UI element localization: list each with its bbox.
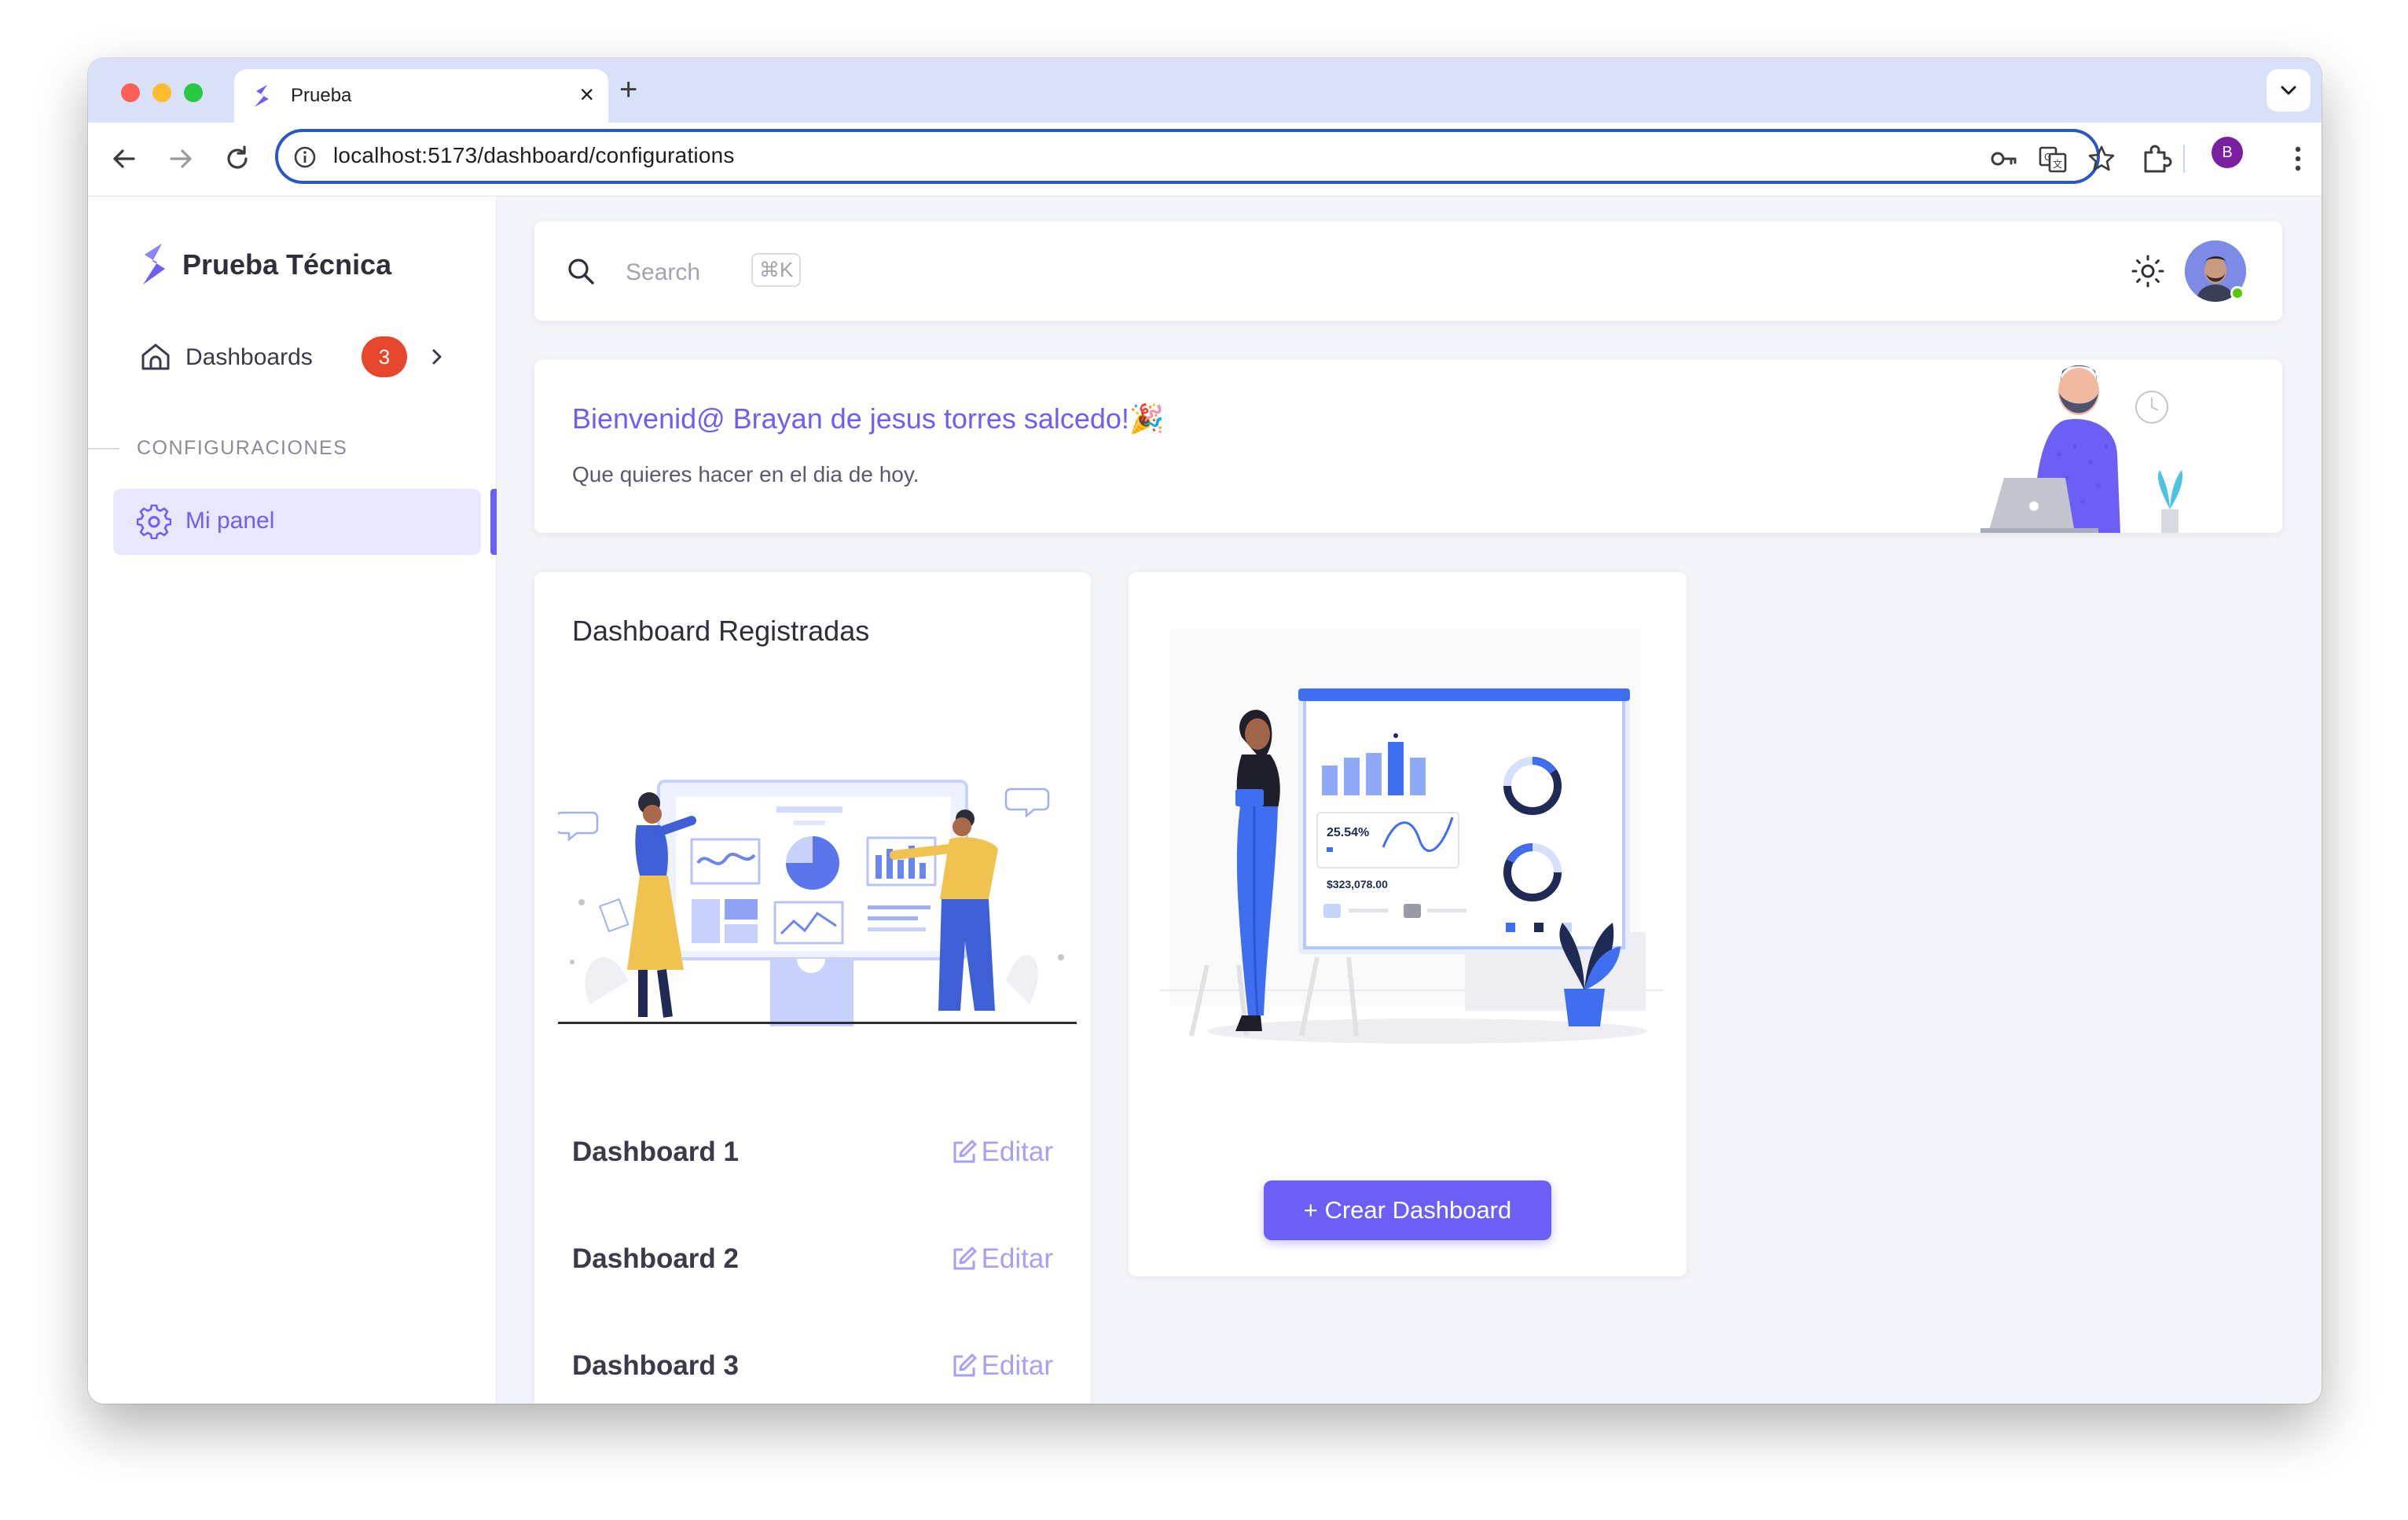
- browser-window: Prueba × + localhost:5173/dashboard/conf…: [88, 58, 2322, 1404]
- forward-arrow-icon[interactable]: [162, 140, 200, 178]
- section-title: CONFIGURACIONES: [137, 437, 348, 459]
- list-item: Dashboard 2 Editar: [572, 1235, 1053, 1283]
- kebab-menu-icon[interactable]: [2279, 140, 2317, 178]
- search-icon[interactable]: [564, 255, 597, 288]
- edit-icon: [953, 1140, 977, 1163]
- new-tab-button[interactable]: +: [619, 72, 637, 107]
- tab-close-icon[interactable]: ×: [579, 80, 594, 108]
- address-bar[interactable]: localhost:5173/dashboard/configurations …: [275, 129, 2115, 184]
- dashboard-name: Dashboard 2: [572, 1243, 739, 1274]
- main-content: Search ⌘K Bienvenid@ Brayan de jesus tor…: [497, 196, 2322, 1404]
- translate-icon[interactable]: G 文: [2037, 143, 2068, 174]
- create-dashboard-button[interactable]: + Crear Dashboard: [1264, 1180, 1551, 1240]
- sidebar-item-dashboards[interactable]: Dashboards 3: [138, 335, 468, 379]
- active-indicator: [490, 489, 497, 555]
- woman-presenting-illustration: 25.54% $323,078.00: [1160, 629, 1663, 1044]
- create-dashboard-card: 25.54% $323,078.00 + Crear Dashboard: [1129, 572, 1687, 1276]
- count-badge: 3: [362, 336, 407, 377]
- sun-icon[interactable]: [2130, 253, 2166, 289]
- minimize-window-button[interactable]: [152, 83, 171, 102]
- welcome-card: Bienvenid@ Brayan de jesus torres salced…: [534, 360, 2282, 533]
- reload-icon[interactable]: [218, 140, 256, 178]
- brand-name: Prueba Técnica: [182, 248, 392, 281]
- toolbar-divider: [2183, 145, 2185, 173]
- profile-avatar[interactable]: B: [2212, 137, 2243, 168]
- edit-label: Editar: [981, 1350, 1053, 1381]
- sidebar-item-label: Dashboards: [185, 344, 313, 370]
- browser-toolbar: localhost:5173/dashboard/configurations …: [88, 123, 2322, 196]
- maximize-window-button[interactable]: [184, 83, 203, 102]
- man-with-laptop-illustration: [1980, 365, 2183, 533]
- welcome-title: Bienvenid@ Brayan de jesus torres salced…: [572, 402, 1165, 435]
- home-icon: [141, 343, 170, 370]
- bookmark-star-icon[interactable]: [2086, 143, 2117, 174]
- top-navbar: Search ⌘K: [534, 222, 2282, 321]
- edit-button[interactable]: Editar: [950, 1347, 1053, 1385]
- site-info-icon[interactable]: [292, 145, 318, 170]
- stat-amount: $323,078.00: [1327, 878, 1388, 890]
- edit-icon: [953, 1353, 977, 1377]
- edit-button[interactable]: Editar: [950, 1133, 1053, 1171]
- sidebar-item-mi-panel[interactable]: Mi panel: [113, 489, 481, 555]
- back-arrow-icon[interactable]: [105, 140, 143, 178]
- list-item: Dashboard 3 Editar: [572, 1342, 1053, 1390]
- key-icon[interactable]: [1988, 143, 2020, 174]
- app-logo-icon: [255, 85, 269, 107]
- online-status-dot: [2230, 286, 2245, 300]
- edit-label: Editar: [981, 1136, 1053, 1167]
- gear-icon: [137, 505, 171, 539]
- dashboard-name: Dashboard 3: [572, 1350, 739, 1381]
- tab-title: Prueba: [291, 85, 352, 106]
- tab-strip: Prueba × +: [88, 58, 2322, 123]
- search-input[interactable]: Search: [626, 259, 700, 286]
- url-text[interactable]: localhost:5173/dashboard/configurations: [333, 143, 735, 168]
- brand-logo-icon: [143, 244, 165, 285]
- svg-text:G: G: [2044, 152, 2051, 163]
- edit-button[interactable]: Editar: [950, 1240, 1053, 1278]
- list-item: Dashboard 1 Editar: [572, 1129, 1053, 1176]
- edit-label: Editar: [981, 1243, 1053, 1274]
- chevron-down-icon: [2281, 86, 2296, 95]
- chevron-right-icon: [432, 349, 442, 365]
- registered-dashboards-card: Dashboard Registradas Dashboard 1 Editar…: [534, 572, 1091, 1404]
- card-title: Dashboard Registradas: [572, 615, 870, 647]
- app-root: Prueba Técnica Dashboards 3 CONFIGURACIO…: [88, 196, 2322, 1404]
- extensions-icon[interactable]: [2138, 140, 2175, 178]
- sidebar: Prueba Técnica Dashboards 3 CONFIGURACIO…: [88, 196, 497, 1404]
- team-analytics-illustration: [558, 780, 1077, 1026]
- svg-text:文: 文: [2053, 158, 2062, 170]
- welcome-subtitle: Que quieres hacer en el dia de hoy.: [572, 462, 920, 486]
- sidebar-item-label: Mi panel: [185, 508, 275, 534]
- tab-search-button[interactable]: [2267, 69, 2311, 112]
- edit-icon: [953, 1246, 977, 1270]
- search-shortcut: ⌘K: [751, 253, 802, 287]
- stat-percent: 25.54%: [1327, 826, 1369, 839]
- dashboard-name: Dashboard 1: [572, 1136, 739, 1167]
- close-window-button[interactable]: [121, 83, 140, 102]
- section-divider: [88, 448, 119, 450]
- browser-tab[interactable]: Prueba ×: [234, 69, 608, 123]
